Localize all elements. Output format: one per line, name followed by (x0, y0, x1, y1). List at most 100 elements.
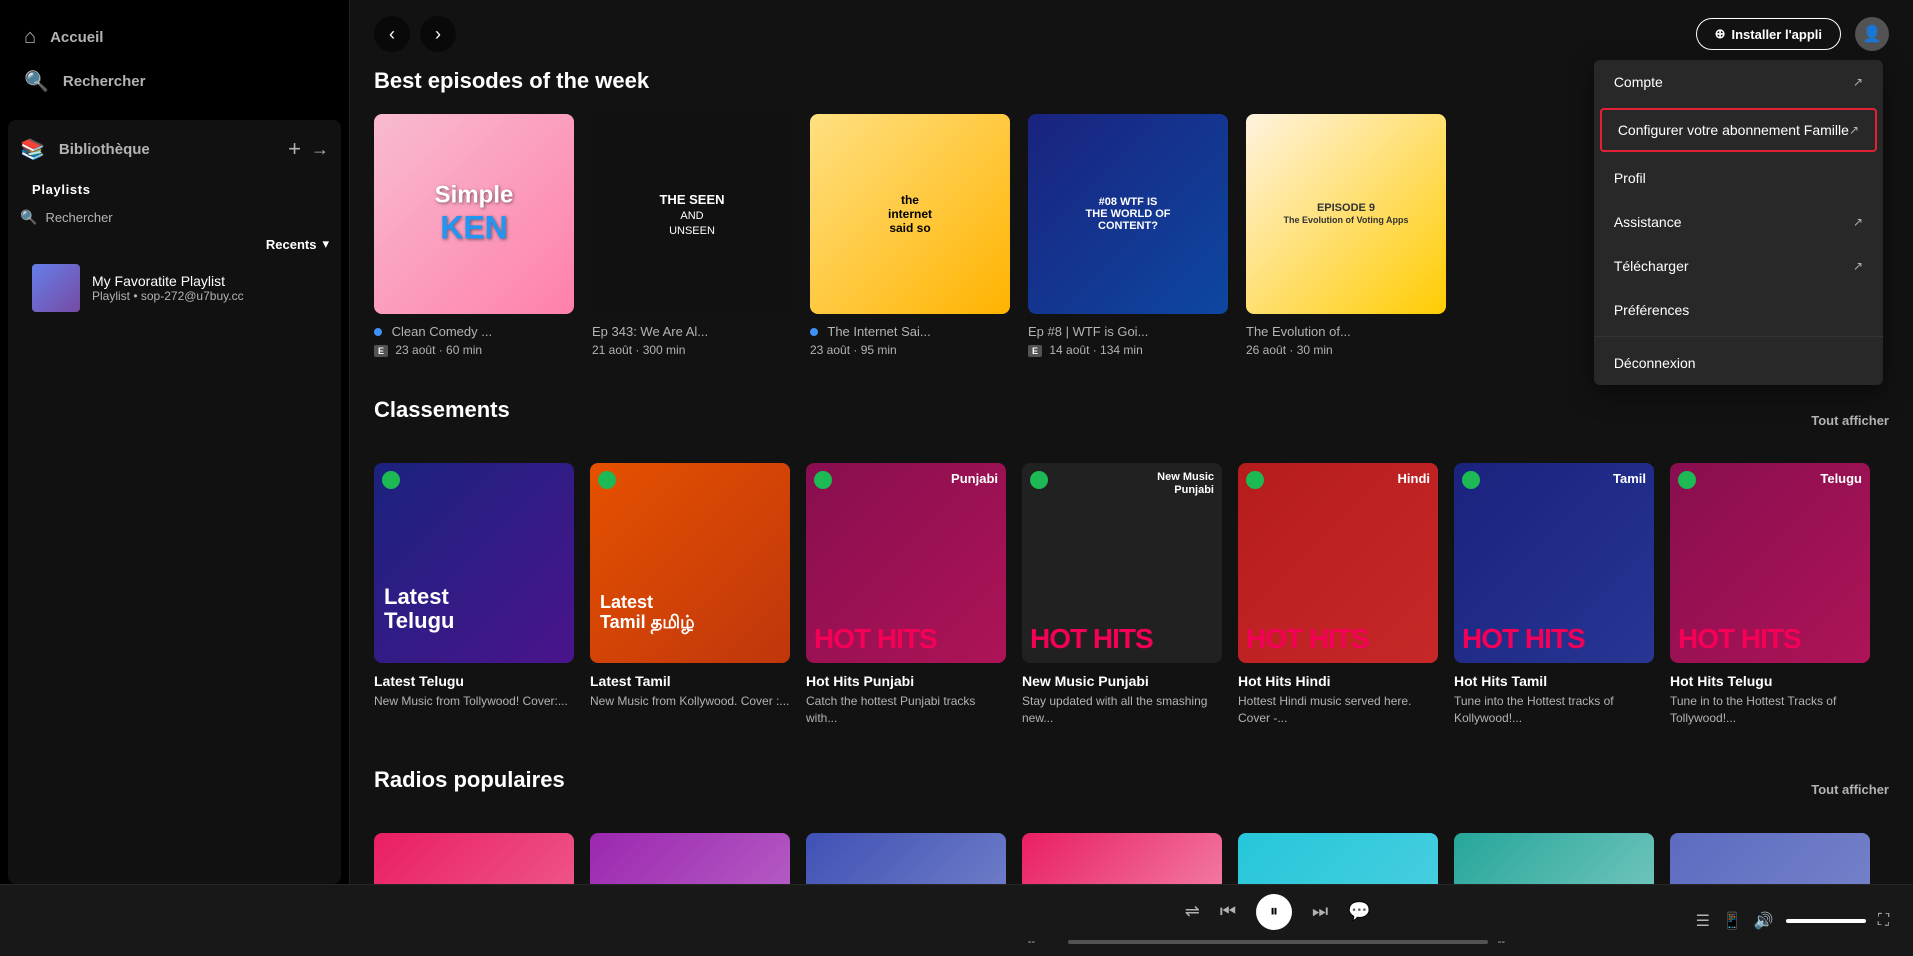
chart-desc-1: New Music from Kollywood. Cover :... (590, 693, 790, 710)
shuffle-button[interactable]: ⇌ (1185, 901, 1200, 922)
sidebar-nav-label-accueil: Accueil (50, 29, 103, 46)
chevron-down-icon: ▾ (322, 236, 329, 252)
volume-slider[interactable] (1786, 919, 1866, 923)
radio-card-3[interactable]: KK (1022, 833, 1222, 884)
sidebar-item-rechercher[interactable]: 🔍 Rechercher (12, 59, 337, 104)
episode-card-1[interactable]: THE SEENANDUNSEEN Ep 343: We Are Al... 2… (592, 114, 792, 357)
time-right: -- (1498, 936, 1528, 948)
chart-card-0[interactable]: LatestTelugu Latest Telugu New Music fro… (374, 463, 574, 727)
episode-meta-1: 21 août · 300 min (592, 343, 792, 357)
radio-card-0[interactable]: Sidhu Moose Wala (374, 833, 574, 884)
topbar: ‹ › ⊕ Installer l'appli 👤 (350, 0, 1913, 68)
dropdown-item-assistance[interactable]: Assistance ↗ (1594, 200, 1883, 244)
radio-card-2[interactable]: AR Dhillon (806, 833, 1006, 884)
chart-desc-5: Tune into the Hottest tracks of Kollywoo… (1454, 693, 1654, 727)
back-button[interactable]: ‹ (374, 16, 410, 52)
lyrics-button[interactable]: 💬 (1348, 901, 1370, 922)
classements-header: Classements Tout afficher (374, 397, 1889, 443)
episode-meta-4: 26 août · 30 min (1246, 343, 1446, 357)
fullscreen-button[interactable]: ⛶ (1878, 912, 1889, 930)
radio-card-5[interactable]: Jubin Nautiyal (1454, 833, 1654, 884)
dropdown-item-deconnexion[interactable]: Déconnexion (1594, 341, 1883, 385)
radios-title: Radios populaires (374, 767, 565, 793)
chart-title-1: Latest Tamil (590, 673, 790, 689)
sidebar-search[interactable]: 🔍 Rechercher (8, 203, 341, 232)
episode-meta-3: E 14 août · 134 min (1028, 343, 1228, 357)
forward-button[interactable]: › (420, 16, 456, 52)
topbar-right: ⊕ Installer l'appli 👤 (1696, 17, 1889, 51)
episode-card-4[interactable]: EPISODE 9The Evolution of Voting Apps Th… (1246, 114, 1446, 357)
expand-library-btn[interactable]: → (311, 136, 329, 162)
chart-thumb-5: Tamil HOT HITS (1454, 463, 1654, 663)
sidebar-nav: ⌂ Accueil 🔍 Rechercher (0, 0, 349, 120)
chart-card-2[interactable]: Punjabi HOT HITS Hot Hits Punjabi Catch … (806, 463, 1006, 727)
dropdown-item-configurer[interactable]: Configurer votre abonnement Famille ↗ (1600, 108, 1877, 152)
charts-row: LatestTelugu Latest Telugu New Music fro… (374, 463, 1889, 727)
user-avatar-button[interactable]: 👤 (1855, 17, 1889, 51)
player-controls: ⇌ ⏮ ⏸ ⏭ 💬 -- -- (860, 894, 1696, 948)
radio-card-6[interactable]: Palitara (1670, 833, 1870, 884)
search-icon: 🔍 (20, 209, 37, 226)
dropdown-item-profil[interactable]: Profil (1594, 156, 1883, 200)
blue-dot-2 (810, 328, 818, 336)
library-icon: 📚 (20, 137, 45, 162)
next-button[interactable]: ⏭ (1312, 901, 1328, 922)
avatar-icon: 👤 (1862, 24, 1882, 44)
chart-desc-0: New Music from Tollywood! Cover:... (374, 693, 574, 710)
chart-card-6[interactable]: Telugu HOT HITS Hot Hits Telugu Tune in … (1670, 463, 1870, 727)
radio-card-4[interactable]: Udit Narayan (1238, 833, 1438, 884)
chart-thumb-0: LatestTelugu (374, 463, 574, 663)
prev-button[interactable]: ⏮ (1220, 901, 1236, 922)
sidebar: ⌂ Accueil 🔍 Rechercher 📚 Bibliothèque + … (0, 0, 350, 884)
dropdown-item-preferences[interactable]: Préférences (1594, 288, 1883, 332)
episode-title-0: Clean Comedy ... (374, 324, 574, 339)
add-library-btn[interactable]: + (288, 136, 301, 162)
devices-button[interactable]: 📱 (1722, 911, 1742, 931)
spotify-logo-2 (814, 471, 832, 489)
episode-title-2: The Internet Sai... (810, 324, 1010, 339)
chart-title-5: Hot Hits Tamil (1454, 673, 1654, 689)
radio-thumb-5 (1454, 833, 1654, 884)
episode-title-1: Ep 343: We Are Al... (592, 324, 792, 339)
radios-header: Radios populaires Tout afficher (374, 767, 1889, 813)
chart-thumb-4: Hindi HOT HITS (1238, 463, 1438, 663)
progress-track[interactable] (1068, 940, 1488, 944)
playlist-thumb (32, 264, 80, 312)
spotify-logo-1 (598, 471, 616, 489)
queue-button[interactable]: ☰ (1696, 911, 1710, 931)
episode-card-0[interactable]: SimpleKEN Clean Comedy ... E 23 août · 6… (374, 114, 574, 357)
dropdown-item-compte[interactable]: Compte ↗ (1594, 60, 1883, 104)
chart-card-3[interactable]: New MusicPunjabi HOT HITS New Music Punj… (1022, 463, 1222, 727)
episode-thumb-1: THE SEENANDUNSEEN (592, 114, 792, 314)
sidebar-item-accueil[interactable]: ⌂ Accueil (12, 16, 337, 59)
chart-card-4[interactable]: Hindi HOT HITS Hot Hits Hindi Hottest Hi… (1238, 463, 1438, 727)
chart-title-3: New Music Punjabi (1022, 673, 1222, 689)
episode-thumb-2: theinternetsaid so (810, 114, 1010, 314)
radios-show-all[interactable]: Tout afficher (1811, 782, 1889, 797)
episode-card-3[interactable]: #08 WTF ISTHE WORLD OFCONTENT? Ep #8 | W… (1028, 114, 1228, 357)
library-btn[interactable]: 📚 Bibliothèque (20, 137, 150, 162)
pause-button[interactable]: ⏸ (1256, 894, 1292, 930)
episode-card-2[interactable]: theinternetsaid so The Internet Sai... 2… (810, 114, 1010, 357)
classements-show-all[interactable]: Tout afficher (1811, 413, 1889, 428)
chart-desc-6: Tune in to the Hottest Tracks of Tollywo… (1670, 693, 1870, 727)
radio-thumb-3 (1022, 833, 1222, 884)
install-app-button[interactable]: ⊕ Installer l'appli (1696, 18, 1841, 50)
episode-thumb-3: #08 WTF ISTHE WORLD OFCONTENT? (1028, 114, 1228, 314)
explicit-badge-0: E (374, 345, 388, 357)
spotify-logo-5 (1462, 471, 1480, 489)
chart-card-1[interactable]: LatestTamil தமிழ் Latest Tamil New Music… (590, 463, 790, 727)
chart-card-5[interactable]: Tamil HOT HITS Hot Hits Tamil Tune into … (1454, 463, 1654, 727)
chart-thumb-6: Telugu HOT HITS (1670, 463, 1870, 663)
dropdown-item-telecharger[interactable]: Télécharger ↗ (1594, 244, 1883, 288)
playlist-meta: Playlist • sop-272@u7buy.cc (92, 289, 244, 303)
external-icon-assistance: ↗ (1853, 215, 1863, 229)
radio-card-1[interactable]: Arijit Singh (590, 833, 790, 884)
volume-button[interactable]: 🔊 (1754, 911, 1774, 931)
playlist-item-favorite[interactable]: My Favoratite Playlist Playlist • sop-27… (8, 256, 341, 320)
playlist-info: My Favoratite Playlist Playlist • sop-27… (92, 273, 244, 303)
chart-desc-4: Hottest Hindi music served here. Cover -… (1238, 693, 1438, 727)
sidebar-filter-row: Recents ▾ (8, 232, 341, 256)
classements-title: Classements (374, 397, 510, 423)
player-right: ☰ 📱 🔊 ⛶ (1696, 911, 1889, 931)
